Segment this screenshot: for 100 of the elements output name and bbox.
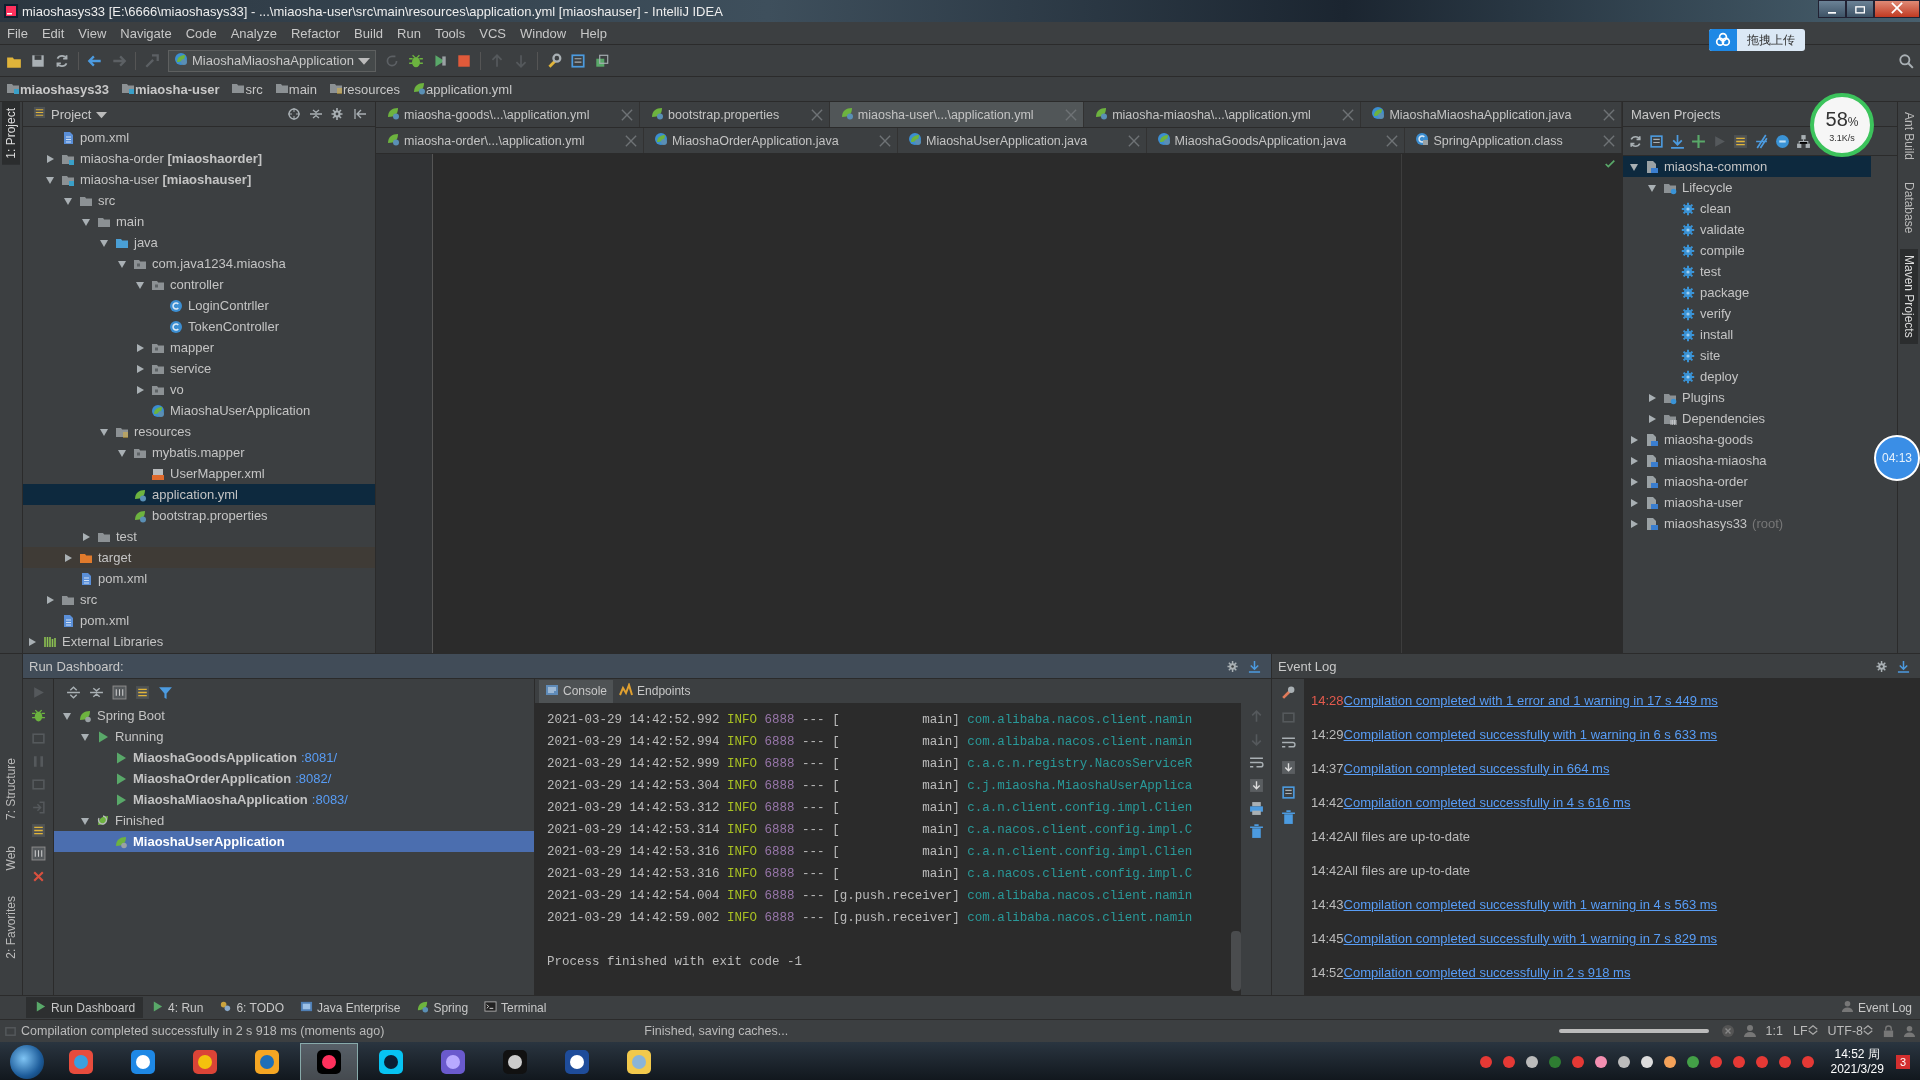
tree-row[interactable]: miaosha-common xyxy=(1623,156,1871,177)
collapse-icon[interactable] xyxy=(309,107,323,121)
tree-row[interactable]: External Libraries xyxy=(23,631,375,652)
editor-tab[interactable]: MiaoshaMiaoshaApplication.java xyxy=(1361,102,1622,127)
expand-arrow-icon[interactable] xyxy=(81,216,91,227)
menu-item[interactable]: View xyxy=(71,25,114,41)
tree-row[interactable]: application.yml xyxy=(23,484,375,505)
tray-icon[interactable] xyxy=(1524,1054,1541,1070)
tree-row[interactable]: src xyxy=(23,589,375,610)
sync-icon[interactable] xyxy=(1628,133,1643,149)
tools-icon[interactable] xyxy=(1280,685,1296,700)
console-tab[interactable]: Endpoints xyxy=(613,679,697,703)
tree-row[interactable]: mapper xyxy=(23,337,375,358)
layout-icon[interactable] xyxy=(135,684,150,700)
tree-row[interactable]: clean xyxy=(1623,198,1871,219)
tool-window-button[interactable]: Terminal xyxy=(476,997,555,1018)
tool-window-tab[interactable]: Maven Projects xyxy=(1900,249,1918,345)
soft-wrap-icon[interactable] xyxy=(1280,735,1296,750)
menu-item[interactable]: Analyze xyxy=(223,25,284,41)
expand-arrow-icon[interactable] xyxy=(45,153,55,164)
tray-icon[interactable] xyxy=(1593,1054,1610,1070)
tool-window-button[interactable]: Spring xyxy=(408,997,477,1018)
port-link[interactable]: :8083/ xyxy=(311,792,348,807)
line-separator-selector[interactable]: LF xyxy=(1788,1024,1823,1038)
editor-tab[interactable]: bootstrap.properties xyxy=(640,102,830,127)
expand-arrow-icon[interactable] xyxy=(135,363,145,374)
expand-arrow-icon[interactable] xyxy=(117,258,127,269)
expand-arrow-icon[interactable] xyxy=(117,447,127,458)
menu-item[interactable]: Run xyxy=(390,25,428,41)
expand-arrow-icon[interactable] xyxy=(80,731,90,742)
tree-row[interactable]: verify xyxy=(1623,303,1871,324)
menu-item[interactable]: Navigate xyxy=(113,25,179,41)
breadcrumb-item[interactable]: resources xyxy=(329,80,401,98)
breadcrumb-item[interactable]: miaosha-user xyxy=(120,80,220,98)
expand-arrow-icon[interactable] xyxy=(1629,161,1639,172)
tray-icon[interactable] xyxy=(1616,1054,1633,1070)
tool-window-button[interactable]: Java Enterprise xyxy=(292,997,409,1018)
tool-window-button[interactable]: Run Dashboard xyxy=(26,997,144,1018)
stop-icon[interactable] xyxy=(455,52,472,69)
tree-row[interactable]: miaosha-user [miaoshauser] xyxy=(23,169,375,190)
tree-row[interactable]: bootstrap.properties xyxy=(23,505,375,526)
tree-row[interactable]: service xyxy=(23,358,375,379)
tree-row[interactable]: MiaoshaOrderApplication :8082/ xyxy=(54,768,534,789)
expand-arrow-icon[interactable] xyxy=(45,174,55,185)
breadcrumb-item[interactable]: src xyxy=(231,80,263,98)
expand-arrow-icon[interactable] xyxy=(62,710,72,721)
console-tab[interactable]: Console xyxy=(539,679,614,703)
menu-item[interactable]: Code xyxy=(178,25,224,41)
tree-row[interactable]: Dependencies xyxy=(1623,408,1871,429)
expand-arrow-icon[interactable] xyxy=(80,815,90,826)
expand-arrow-icon[interactable] xyxy=(1647,182,1657,193)
sync-icon[interactable] xyxy=(54,52,70,69)
upload-button[interactable]: 拖拽上传 xyxy=(1709,29,1805,51)
breadcrumb-item[interactable]: main xyxy=(274,80,317,98)
menu-item[interactable]: VCS xyxy=(472,25,513,41)
tree-row[interactable]: resources xyxy=(23,421,375,442)
tray-icon[interactable] xyxy=(1639,1054,1656,1070)
scroll-to-end-icon[interactable] xyxy=(1280,760,1296,775)
tree-row[interactable]: vo xyxy=(23,379,375,400)
tree-row[interactable]: test xyxy=(23,526,375,547)
settings-icon[interactable] xyxy=(1227,659,1240,673)
caret-position[interactable]: 1:1 xyxy=(1760,1024,1788,1038)
tool-window-tab[interactable]: 7: Structure xyxy=(2,751,20,826)
event-link[interactable]: Compilation completed successfully with 1 warning in 4 s 563 ms xyxy=(1343,896,1718,912)
tree-row[interactable]: MiaoshaGoodsApplication :8081/ xyxy=(54,747,534,768)
event-link[interactable]: Compilation completed successfully with 1 warning in 7 s 829 ms xyxy=(1343,930,1718,946)
tree-row[interactable]: UserMapper.xml xyxy=(23,463,375,484)
tray-icon[interactable] xyxy=(1662,1054,1679,1070)
tool-window-button[interactable]: 6: TODO xyxy=(211,997,292,1018)
tree-row[interactable]: target xyxy=(23,547,375,568)
cancel-icon[interactable] xyxy=(1720,1024,1735,1038)
tree-row[interactable]: miaosha-miaosha xyxy=(1623,450,1871,471)
expand-arrow-icon[interactable] xyxy=(1647,392,1657,403)
expand-arrow-icon[interactable] xyxy=(1629,497,1639,508)
tree-row[interactable]: miaosha-order xyxy=(1623,471,1871,492)
toggle-offline-icon[interactable] xyxy=(1754,133,1769,149)
port-link[interactable]: :8081/ xyxy=(300,750,338,765)
expand-arrow-icon[interactable] xyxy=(135,279,145,290)
settings-icon[interactable] xyxy=(331,107,345,121)
scrollbar-thumb[interactable] xyxy=(1231,931,1241,991)
tree-row[interactable]: java xyxy=(23,232,375,253)
hide-icon[interactable] xyxy=(353,107,367,121)
minimize-button[interactable] xyxy=(1818,0,1846,18)
expand-arrow-icon[interactable] xyxy=(1629,455,1639,466)
tree-row[interactable]: deploy xyxy=(1623,366,1871,387)
editor-tab[interactable]: miaosha-goods\...\application.yml xyxy=(376,102,641,127)
add-icon[interactable] xyxy=(1691,133,1706,149)
tree-row[interactable]: miaosha-order [miaoshaorder] xyxy=(23,148,375,169)
tool-window-tab[interactable]: 2: Favorites xyxy=(2,890,20,965)
encoding-selector[interactable]: UTF-8 xyxy=(1822,1024,1878,1038)
expand-arrow-icon[interactable] xyxy=(135,342,145,353)
tree-row[interactable]: compile xyxy=(1623,240,1871,261)
tool-window-tab[interactable]: Ant Build xyxy=(1900,106,1918,167)
group-icon[interactable] xyxy=(30,846,46,861)
expand-arrow-icon[interactable] xyxy=(135,384,145,395)
soft-wrap-icon[interactable] xyxy=(1248,755,1264,770)
panel-title-dropdown[interactable]: Project xyxy=(27,106,108,122)
tree-row[interactable]: MiaoshaUserApplication xyxy=(23,400,375,421)
dependency-tree-icon[interactable] xyxy=(1796,133,1811,149)
breadcrumb-item[interactable]: miaoshasys33 xyxy=(6,80,109,98)
